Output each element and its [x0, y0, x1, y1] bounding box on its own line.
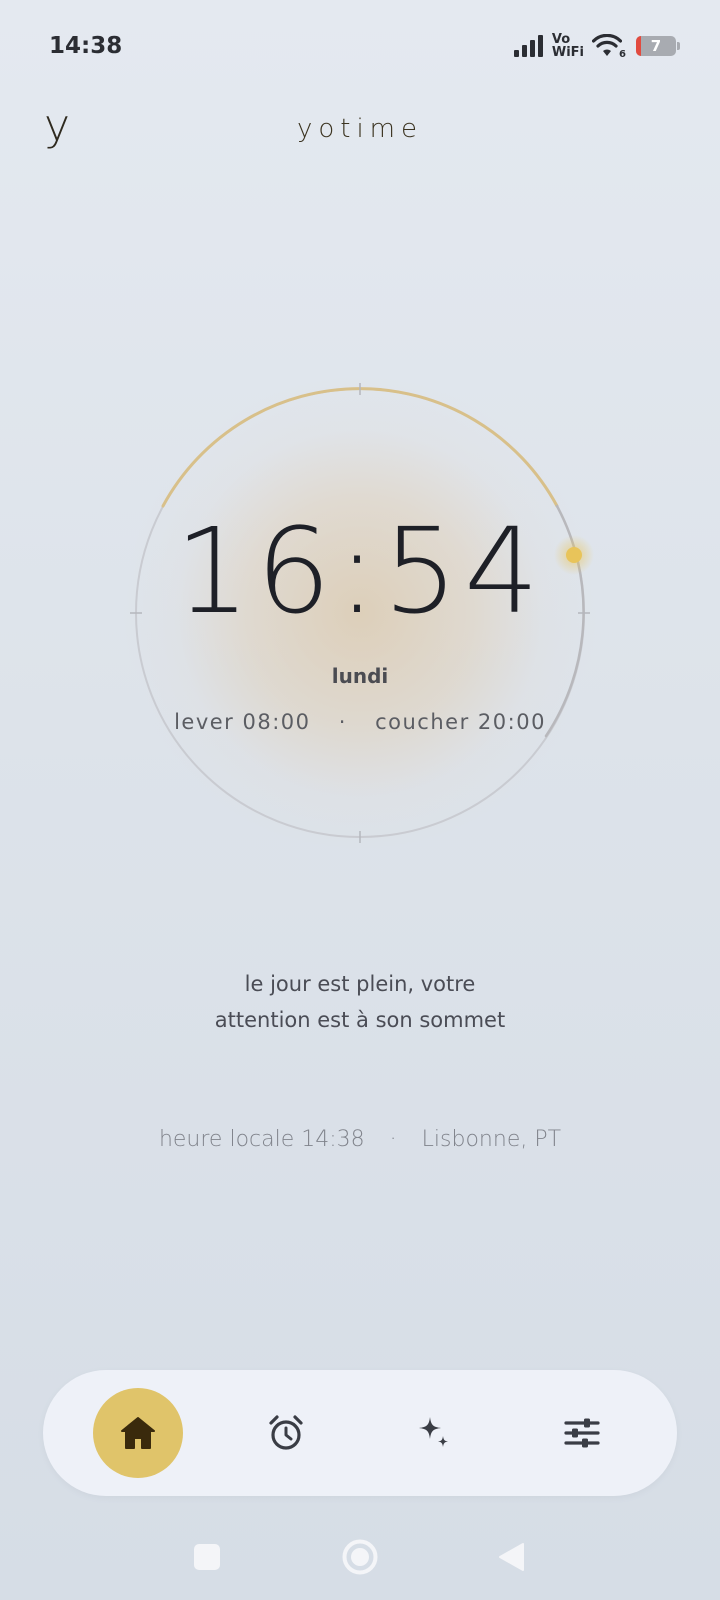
- status-icons: Vo WiFi 6 7: [513, 30, 680, 62]
- message-line-2: attention est à son sommet: [214, 1008, 506, 1032]
- vowifi-line2: WiFi: [551, 45, 584, 60]
- local-time-value: 14:38: [301, 1127, 365, 1152]
- vowifi-icon: Vo WiFi: [552, 33, 584, 59]
- sun-times: lever 08:00 · coucher 20:00: [0, 710, 720, 734]
- back-triangle-icon[interactable]: [497, 1542, 525, 1572]
- status-message: le jour est plein, votre attention est à…: [160, 966, 560, 1038]
- sparkle-icon: [419, 1417, 448, 1447]
- home-circle-icon[interactable]: [341, 1538, 379, 1576]
- wifi-icon: 6: [591, 33, 626, 60]
- battery-icon: 7: [636, 36, 680, 56]
- local-time-row: heure locale 14:38 · Lisbonne, PT: [0, 1127, 720, 1152]
- local-time-label: heure locale: [158, 1127, 295, 1152]
- battery-level: 7: [650, 37, 662, 55]
- bottom-nav: [43, 1370, 677, 1496]
- nav-sparkle-button[interactable]: [389, 1388, 479, 1478]
- sunset-label: coucher: [375, 710, 470, 734]
- sunrise-label: lever: [174, 710, 235, 734]
- recents-square-icon[interactable]: [193, 1543, 221, 1571]
- nav-settings-button[interactable]: [537, 1388, 627, 1478]
- status-time: 14:38: [49, 33, 123, 59]
- dial-time: 16:54: [174, 502, 546, 640]
- day-label: lundi: [331, 664, 389, 688]
- alarm-clock-icon: [269, 1415, 303, 1450]
- nav-home-button[interactable]: [93, 1388, 183, 1478]
- system-nav-bar: [0, 1530, 720, 1586]
- local-separator: ·: [389, 1127, 397, 1152]
- sliders-icon: [564, 1418, 600, 1448]
- sunrise-time: 08:00: [242, 710, 311, 734]
- nav-alarm-button[interactable]: [241, 1388, 331, 1478]
- wifi-generation: 6: [619, 49, 626, 60]
- app-title: yotime: [296, 114, 424, 144]
- status-bar: 14:38 Vo WiFi 6 7: [0, 0, 720, 92]
- home-icon: [121, 1417, 155, 1449]
- sun-separator: ·: [338, 710, 347, 734]
- cellular-signal-icon: [513, 35, 543, 57]
- location-label: Lisbonne, PT: [421, 1127, 562, 1152]
- message-line-1: le jour est plein, votre: [244, 972, 476, 996]
- sunset-time: 20:00: [477, 710, 546, 734]
